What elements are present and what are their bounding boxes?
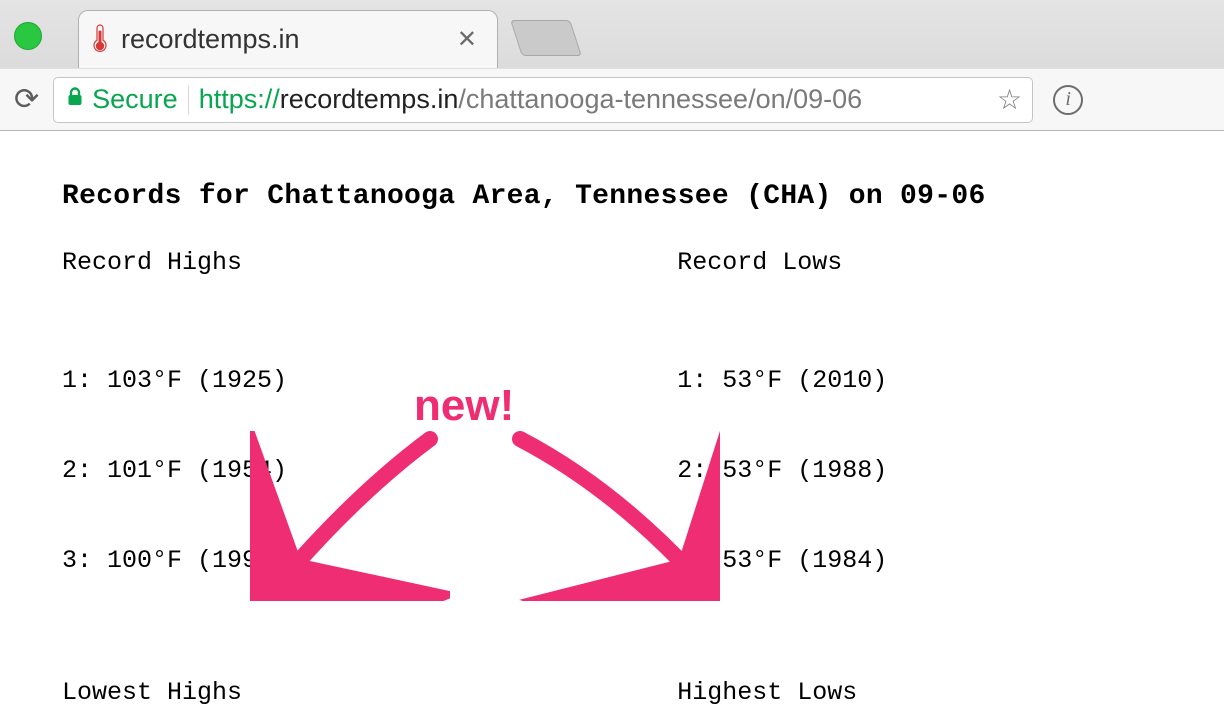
close-tab-icon[interactable]: ✕ [453,25,481,54]
lock-icon [66,87,84,113]
url-text: https://recordtemps.in/chattanooga-tenne… [199,84,997,115]
list-item: 1: 103°F (1925) [62,366,677,396]
list-item: 2: 53°F (1988) [677,456,1162,486]
thermometer-icon [93,23,107,57]
right-column: Record Lows 1: 53°F (2010) 2: 53°F (1988… [677,248,1162,714]
secure-label: Secure [92,84,178,115]
reload-icon[interactable]: ⟳ [14,82,39,117]
tab-strip: recordtemps.in ✕ [0,0,1224,68]
page-content: Records for Chattanooga Area, Tennessee … [0,131,1224,714]
record-highs-list: 1: 103°F (1925) 2: 101°F (1954) 3: 100°F… [62,306,677,636]
separator [188,85,189,115]
new-tab-button[interactable] [510,20,582,56]
window-control-dot[interactable] [14,22,42,50]
record-lows-list: 1: 53°F (2010) 2: 53°F (1988) 3: 53°F (1… [677,306,1162,636]
url-host: recordtemps.in [280,84,459,114]
info-icon[interactable]: i [1053,85,1083,115]
record-lows-heading: Record Lows [677,248,1162,278]
left-column: Record Highs 1: 103°F (1925) 2: 101°F (1… [62,248,677,714]
browser-tab[interactable]: recordtemps.in ✕ [78,10,498,68]
tab-title: recordtemps.in [121,24,453,55]
highest-lows-heading: Highest Lows [677,678,1162,708]
list-item: 2: 101°F (1954) [62,456,677,486]
url-path: /chattanooga-tennessee/on/09-06 [458,84,862,114]
lowest-highs-heading: Lowest Highs [62,678,677,708]
bookmark-star-icon[interactable]: ☆ [997,83,1022,116]
list-item: 1: 53°F (2010) [677,366,1162,396]
url-scheme: https [199,84,258,114]
browser-chrome: recordtemps.in ✕ ⟳ Secure https://record… [0,0,1224,131]
record-highs-heading: Record Highs [62,248,677,278]
list-item: 3: 53°F (1984) [677,546,1162,576]
page-title: Records for Chattanooga Area, Tennessee … [62,181,1162,212]
browser-toolbar: ⟳ Secure https://recordtemps.in/chattano… [0,68,1224,130]
list-item: 3: 100°F (1999) [62,546,677,576]
address-bar[interactable]: Secure https://recordtemps.in/chattanoog… [53,77,1033,123]
